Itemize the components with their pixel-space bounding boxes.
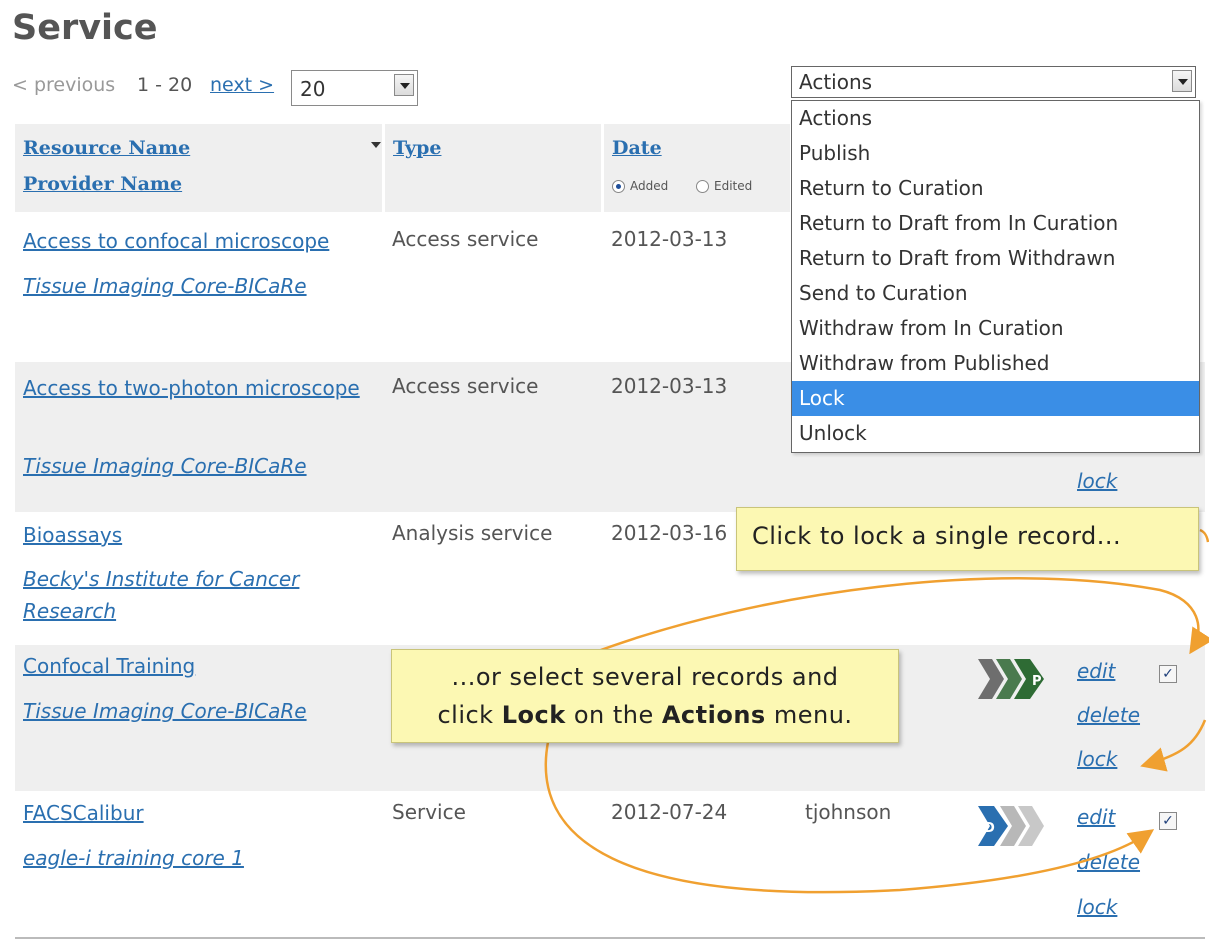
callout-line-2: click Lock on the Actions menu.: [437, 701, 853, 729]
arrow-to-first-checkbox: [589, 577, 1209, 656]
arrow-to-second-checkbox: [544, 741, 1155, 894]
tooltip-callout-multi: ...or select several records and click L…: [391, 649, 899, 743]
callout-line-1: ...or select several records and: [451, 663, 839, 691]
annotation-arrows: [544, 528, 1209, 894]
arrow-to-lock-link: [1140, 719, 1207, 772]
tooltip-callout-single: Click to lock a single record...: [736, 507, 1199, 571]
arrow-single-tail: [1199, 528, 1209, 543]
